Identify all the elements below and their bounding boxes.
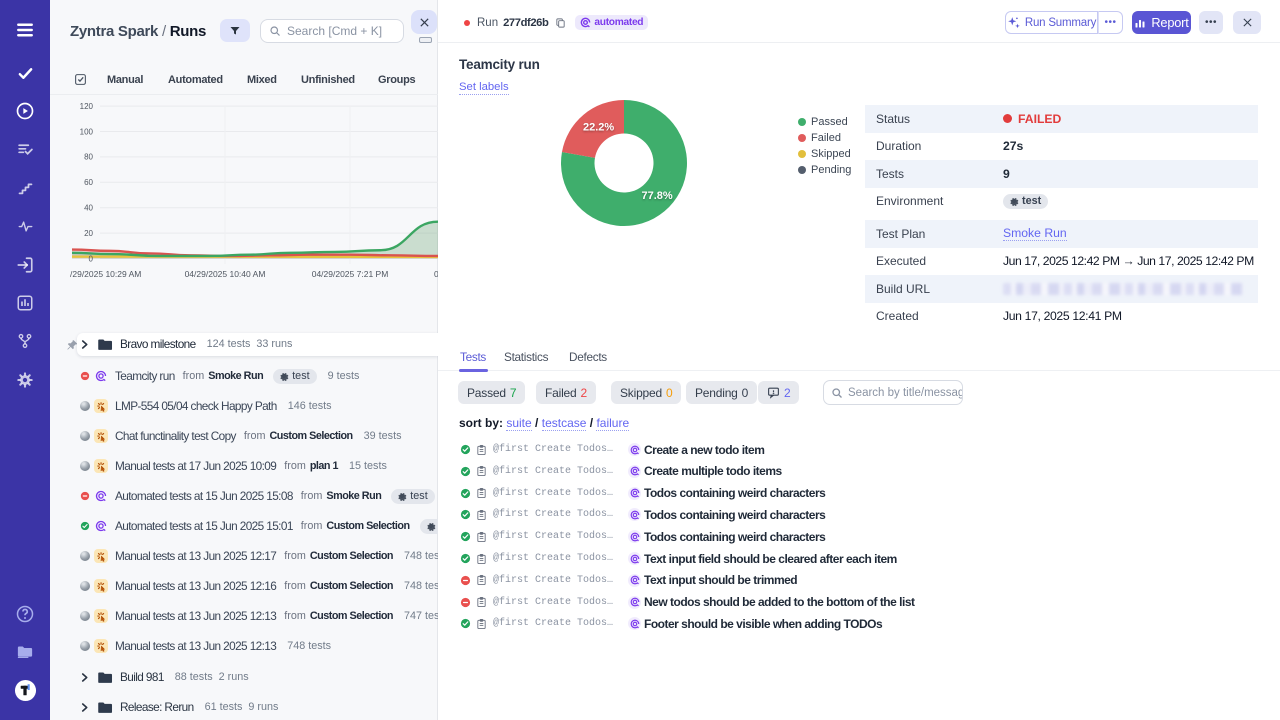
svg-text:/29/2025 10:29 AM: /29/2025 10:29 AM [70, 269, 141, 279]
svg-text:77.8%: 77.8% [642, 190, 673, 202]
svg-text:80: 80 [84, 153, 93, 162]
svg-text:40: 40 [84, 204, 93, 213]
svg-text:20: 20 [84, 229, 93, 238]
svg-text:22.2%: 22.2% [583, 122, 614, 134]
svg-text:60: 60 [84, 178, 93, 187]
svg-text:120: 120 [80, 102, 94, 111]
svg-text:04/29/2025 7:21 PM: 04/29/2025 7:21 PM [312, 269, 389, 279]
svg-text:100: 100 [80, 127, 94, 136]
svg-text:04/29/2025 10:40 AM: 04/29/2025 10:40 AM [185, 269, 266, 279]
svg-text:0: 0 [89, 254, 94, 263]
